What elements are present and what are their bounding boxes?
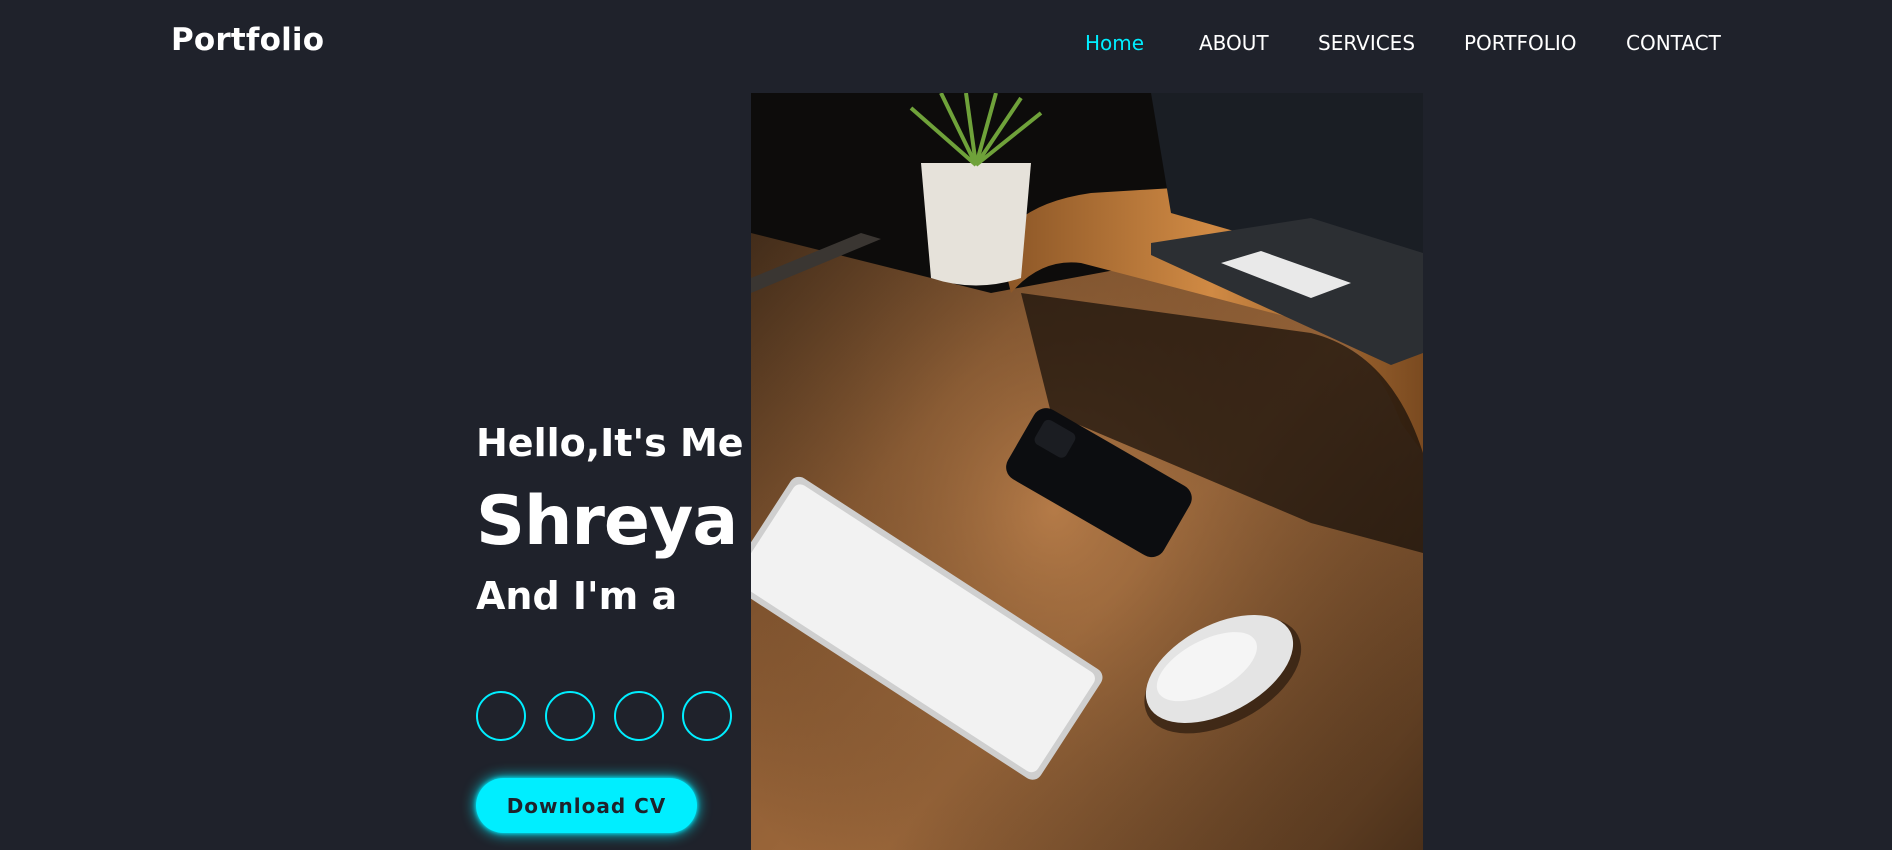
- nav-portfolio[interactable]: PORTFOLIO: [1464, 31, 1577, 55]
- hero-image: [751, 93, 1423, 850]
- nav-services[interactable]: SERVICES: [1318, 31, 1415, 55]
- hero-name: Shreya: [476, 482, 738, 561]
- role-text: And I'm a: [476, 574, 678, 618]
- nav-contact[interactable]: CONTACT: [1626, 31, 1721, 55]
- social-icon-3[interactable]: [614, 691, 664, 741]
- nav-about[interactable]: ABOUT: [1199, 31, 1269, 55]
- download-cv-button[interactable]: Download CV: [476, 778, 697, 833]
- social-icon-2[interactable]: [545, 691, 595, 741]
- greeting: Hello,It's Me: [476, 421, 744, 465]
- logo[interactable]: Portfolio: [171, 22, 324, 58]
- nav-home[interactable]: Home: [1085, 31, 1144, 55]
- social-icon-4[interactable]: [682, 691, 732, 741]
- site-header: Portfolio Home ABOUT SERVICES PORTFOLIO …: [0, 0, 1892, 88]
- desk-photo: [751, 93, 1423, 850]
- social-icon-1[interactable]: [476, 691, 526, 741]
